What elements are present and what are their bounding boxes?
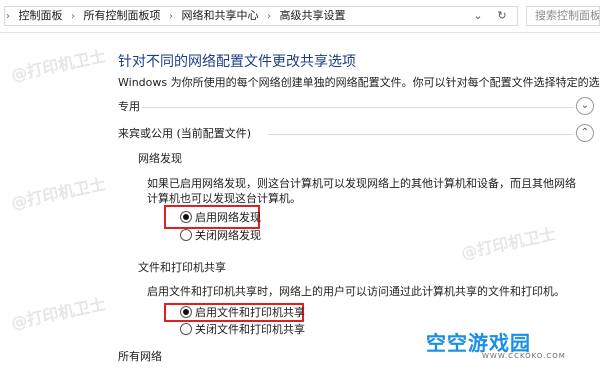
watermark: @打印机卫士 — [9, 174, 108, 213]
breadcrumb-item-advanced-sharing[interactable]: 高级共享设置 — [276, 7, 350, 25]
breadcrumb[interactable]: › 控制面板 › 所有控制面板项 › 网络和共享中心 › 高级共享设置 — [4, 6, 518, 26]
profile-guest-label: 来宾或公用 (当前配置文件) — [118, 127, 252, 140]
radio-selected-icon[interactable] — [180, 211, 192, 223]
profile-guest-header[interactable]: 来宾或公用 (当前配置文件) ⌃ — [118, 124, 598, 144]
search-input[interactable]: 搜索控制面板 — [526, 6, 600, 26]
radio-file-sharing-off[interactable]: 关闭文件和打印机共享 — [180, 323, 305, 337]
profile-private-header[interactable]: 专用 ⌄ — [118, 97, 598, 117]
network-discovery-heading: 网络发现 — [138, 152, 182, 165]
radio-label: 关闭文件和打印机共享 — [195, 323, 305, 336]
history-dropdown-icon[interactable]: ⌄ — [470, 7, 486, 25]
divider — [142, 107, 574, 108]
breadcrumb-item-network-center[interactable]: 网络和共享中心 — [178, 7, 263, 25]
radio-label: 启用网络发现 — [195, 211, 261, 224]
logo-url: WWW.CCKOKO.COM — [482, 352, 566, 360]
radio-label: 关闭网络发现 — [195, 229, 261, 242]
chevron-up-icon[interactable]: ⌃ — [576, 124, 594, 142]
radio-network-discovery-off[interactable]: 关闭网络发现 — [180, 229, 261, 243]
radio-unselected-icon[interactable] — [180, 323, 192, 335]
chevron-down-icon[interactable]: ⌄ — [576, 97, 594, 115]
divider — [268, 134, 574, 135]
radio-selected-icon[interactable] — [180, 306, 192, 318]
breadcrumb-item-control-panel[interactable]: 控制面板 — [15, 7, 67, 25]
network-discovery-text: 如果已启用网络发现，则这台计算机可以发现网络上的其他计算机和设备，而且其他网络计… — [147, 177, 576, 205]
page-description: Windows 为你所使用的每个网络创建单独的网络配置文件。你可以针对每个配置文… — [118, 76, 600, 89]
breadcrumb-separator[interactable]: › — [168, 8, 174, 25]
page-title: 针对不同的网络配置文件更改共享选项 — [118, 54, 356, 70]
radio-file-sharing-on[interactable]: 启用文件和打印机共享 — [180, 306, 305, 320]
breadcrumb-separator: › — [6, 11, 10, 22]
address-bar: › 控制面板 › 所有控制面板项 › 网络和共享中心 › 高级共享设置 ⌄ ↻ … — [0, 0, 600, 33]
profile-all-label: 所有网络 — [118, 350, 162, 363]
file-sharing-heading: 文件和打印机共享 — [138, 261, 226, 274]
breadcrumb-separator[interactable]: › — [70, 8, 76, 25]
radio-network-discovery-on[interactable]: 启用网络发现 — [180, 211, 261, 225]
profile-private-label: 专用 — [118, 100, 140, 113]
breadcrumb-separator[interactable]: › — [266, 8, 272, 25]
radio-label: 启用文件和打印机共享 — [195, 306, 305, 319]
refresh-icon[interactable]: ↻ — [494, 7, 510, 25]
site-logo: 空空游戏园 WWW.CCKOKO.COM — [426, 327, 596, 365]
radio-unselected-icon[interactable] — [180, 229, 192, 241]
watermark: @打印机卫士 — [459, 224, 558, 263]
watermark: @打印机卫士 — [9, 46, 108, 85]
breadcrumb-item-all-items[interactable]: 所有控制面板项 — [80, 7, 165, 25]
file-sharing-text: 启用文件和打印机共享时，网络上的用户可以访问通过此计算机共享的文件和打印机。 — [147, 285, 565, 298]
watermark: @打印机卫士 — [9, 294, 108, 333]
